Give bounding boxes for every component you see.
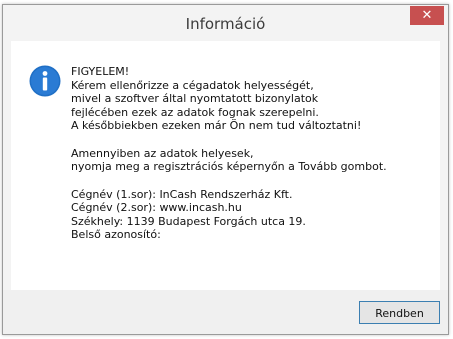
- button-bar: Rendben: [3, 290, 448, 334]
- message-line: fejlécében ezek az adatok fognak szerepe…: [71, 105, 319, 119]
- close-button[interactable]: ✕: [410, 6, 444, 25]
- message-line: nyomja meg a regisztrációs képernyőn a T…: [71, 160, 387, 173]
- info-icon: [29, 65, 61, 97]
- internal-id-line: Belső azonosító:: [71, 228, 161, 241]
- dialog-window: Információ ✕ FIGYELEM! Kérem ellenőrizze…: [2, 4, 449, 335]
- company-name-line1: Cégnév (1.sor): InCash Rendszerház Kft.: [71, 187, 293, 201]
- message-line: FIGYELEM!: [71, 65, 130, 78]
- headquarters-line: Székhely: 1139 Budapest Forgách utca 19.: [71, 214, 306, 228]
- close-icon: ✕: [421, 8, 433, 23]
- message-line: Amennyiben az adatok helyesek,: [71, 146, 254, 160]
- dialog-title: Információ: [185, 15, 266, 33]
- message-area: FIGYELEM! Kérem ellenőrizze a cégadatok …: [11, 41, 440, 290]
- ok-button[interactable]: Rendben: [359, 301, 440, 324]
- message-line: Kérem ellenőrizze a cégadatok helyességé…: [71, 78, 314, 92]
- message-line: mivel a szoftver által nyomtatott bizony…: [71, 92, 319, 105]
- title-bar[interactable]: Információ ✕: [3, 5, 448, 41]
- company-name-line2: Cégnév (2.sor): www.incash.hu: [71, 201, 242, 214]
- message-line: A későbbiekben ezeken már Ön nem tud vál…: [71, 119, 362, 132]
- message-text: FIGYELEM! Kérem ellenőrizze a cégadatok …: [71, 65, 431, 242]
